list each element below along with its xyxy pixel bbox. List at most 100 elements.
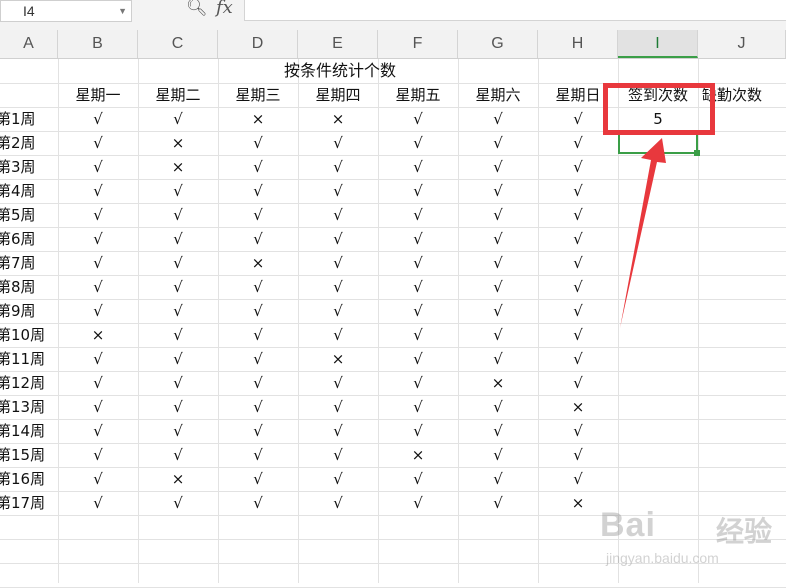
attendance-mark[interactable]: √ (138, 227, 218, 251)
week-label[interactable]: 第13周 (0, 395, 45, 419)
week-label[interactable]: 第4周 (0, 179, 36, 203)
attendance-mark[interactable]: √ (298, 419, 378, 443)
attendance-mark[interactable]: √ (378, 179, 458, 203)
attendance-mark[interactable]: √ (538, 251, 618, 275)
chevron-down-icon[interactable]: ▼ (118, 1, 127, 21)
attendance-mark[interactable]: × (138, 131, 218, 155)
attendance-mark[interactable]: √ (458, 395, 538, 419)
attendance-mark[interactable]: √ (298, 227, 378, 251)
attendance-mark[interactable]: √ (458, 419, 538, 443)
week-label[interactable]: 第12周 (0, 371, 45, 395)
header-day[interactable]: 星期六 (458, 83, 538, 107)
attendance-mark[interactable]: √ (298, 275, 378, 299)
week-label[interactable]: 第7周 (0, 251, 36, 275)
attendance-mark[interactable]: √ (58, 131, 138, 155)
attendance-mark[interactable]: √ (138, 107, 218, 131)
week-label[interactable]: 第9周 (0, 299, 36, 323)
attendance-mark[interactable]: √ (298, 323, 378, 347)
attendance-mark[interactable]: √ (458, 491, 538, 515)
attendance-mark[interactable]: √ (218, 131, 298, 155)
count-cell[interactable] (618, 347, 698, 371)
week-label[interactable]: 第16周 (0, 467, 45, 491)
attendance-mark[interactable]: √ (538, 323, 618, 347)
count-cell[interactable] (618, 179, 698, 203)
header-day[interactable]: 星期三 (218, 83, 298, 107)
attendance-mark[interactable]: √ (138, 275, 218, 299)
week-label[interactable]: 第14周 (0, 419, 45, 443)
header-day[interactable]: 星期五 (378, 83, 458, 107)
attendance-mark[interactable]: √ (458, 179, 538, 203)
week-label[interactable]: 第8周 (0, 275, 36, 299)
attendance-mark[interactable]: √ (138, 443, 218, 467)
attendance-mark[interactable]: √ (458, 443, 538, 467)
attendance-mark[interactable]: √ (538, 203, 618, 227)
attendance-mark[interactable]: × (138, 155, 218, 179)
attendance-mark[interactable]: √ (378, 155, 458, 179)
attendance-mark[interactable]: √ (218, 155, 298, 179)
count-cell[interactable] (618, 155, 698, 179)
attendance-mark[interactable]: √ (218, 227, 298, 251)
week-label[interactable]: 第5周 (0, 203, 36, 227)
attendance-mark[interactable]: √ (58, 299, 138, 323)
attendance-mark[interactable]: √ (538, 443, 618, 467)
attendance-mark[interactable]: √ (138, 491, 218, 515)
attendance-mark[interactable]: √ (298, 443, 378, 467)
attendance-mark[interactable]: √ (378, 371, 458, 395)
attendance-mark[interactable]: √ (58, 251, 138, 275)
attendance-mark[interactable]: √ (458, 251, 538, 275)
attendance-mark[interactable]: √ (58, 467, 138, 491)
count-cell[interactable] (618, 299, 698, 323)
attendance-mark[interactable]: √ (218, 323, 298, 347)
attendance-mark[interactable]: × (458, 371, 538, 395)
attendance-mark[interactable]: √ (218, 443, 298, 467)
attendance-mark[interactable]: × (218, 251, 298, 275)
attendance-mark[interactable]: √ (378, 227, 458, 251)
attendance-mark[interactable]: √ (218, 347, 298, 371)
attendance-mark[interactable]: √ (538, 419, 618, 443)
column-header-f[interactable]: F (378, 30, 458, 58)
attendance-mark[interactable]: × (298, 107, 378, 131)
week-label[interactable]: 第1周 (0, 107, 36, 131)
attendance-mark[interactable]: √ (298, 131, 378, 155)
magnifier-icon[interactable]: 🔍︎ (186, 0, 208, 18)
attendance-mark[interactable]: √ (538, 155, 618, 179)
attendance-mark[interactable]: √ (138, 179, 218, 203)
attendance-mark[interactable]: √ (538, 347, 618, 371)
column-header-h[interactable]: H (538, 30, 618, 58)
header-day[interactable]: 星期四 (298, 83, 378, 107)
attendance-mark[interactable]: √ (298, 371, 378, 395)
attendance-mark[interactable]: √ (458, 107, 538, 131)
attendance-mark[interactable]: √ (218, 179, 298, 203)
week-label[interactable]: 第17周 (0, 491, 45, 515)
attendance-mark[interactable]: √ (58, 155, 138, 179)
attendance-mark[interactable]: √ (378, 299, 458, 323)
count-cell[interactable] (618, 419, 698, 443)
attendance-mark[interactable]: √ (298, 299, 378, 323)
attendance-mark[interactable]: √ (298, 491, 378, 515)
column-header-j[interactable]: J (698, 30, 786, 58)
attendance-mark[interactable]: × (538, 395, 618, 419)
attendance-mark[interactable]: √ (58, 443, 138, 467)
attendance-mark[interactable]: √ (58, 371, 138, 395)
attendance-mark[interactable]: √ (538, 275, 618, 299)
attendance-mark[interactable]: √ (298, 155, 378, 179)
attendance-mark[interactable]: √ (58, 275, 138, 299)
attendance-mark[interactable]: √ (298, 395, 378, 419)
sheet-title[interactable]: 按条件统计个数 (220, 59, 460, 83)
week-label[interactable]: 第3周 (0, 155, 36, 179)
attendance-mark[interactable]: √ (538, 179, 618, 203)
attendance-mark[interactable]: √ (218, 275, 298, 299)
attendance-mark[interactable]: √ (58, 395, 138, 419)
attendance-mark[interactable]: √ (138, 419, 218, 443)
attendance-mark[interactable]: √ (458, 323, 538, 347)
attendance-mark[interactable]: √ (378, 203, 458, 227)
count-cell[interactable] (618, 443, 698, 467)
attendance-mark[interactable]: √ (218, 203, 298, 227)
column-header-a[interactable]: A (0, 30, 58, 58)
attendance-mark[interactable]: √ (138, 251, 218, 275)
attendance-mark[interactable]: √ (298, 179, 378, 203)
attendance-mark[interactable]: √ (458, 131, 538, 155)
attendance-mark[interactable]: √ (458, 203, 538, 227)
attendance-mark[interactable]: √ (58, 107, 138, 131)
attendance-mark[interactable]: √ (378, 347, 458, 371)
